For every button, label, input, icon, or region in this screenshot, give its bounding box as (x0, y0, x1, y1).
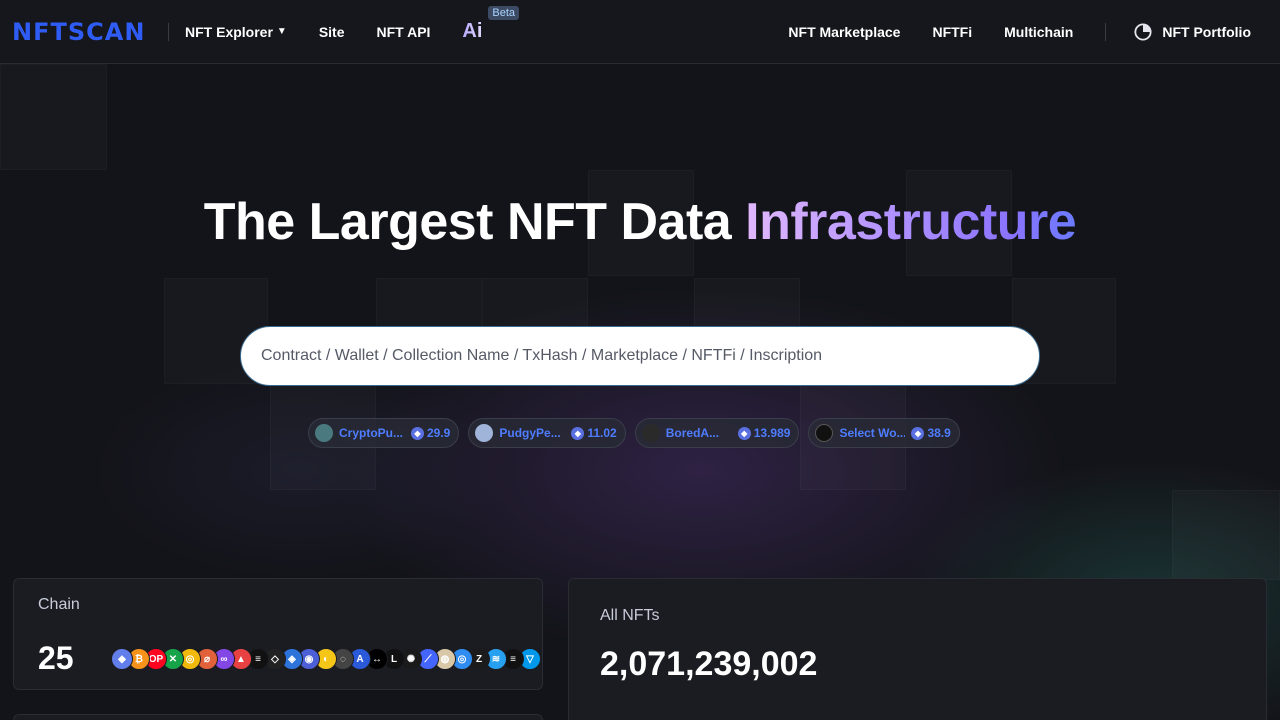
nav-nft-marketplace-label: NFT Marketplace (788, 23, 901, 40)
floor-price: 13.989 (753, 426, 791, 440)
nav-site-label: Site (318, 23, 345, 40)
nav-nftfi[interactable]: NFTFi (932, 24, 972, 40)
collection-name: PudgyPe... (499, 426, 561, 440)
stat-card-partial (13, 714, 543, 720)
eth-icon: ◆ (911, 426, 925, 440)
nft-portfolio-button[interactable]: NFT Portfolio (1134, 22, 1251, 41)
chain-icon: ◆ (111, 648, 133, 670)
all-nfts-label: All NFTs (600, 607, 660, 624)
nav-multichain-label: Multichain (1004, 23, 1074, 40)
nav-divider (168, 22, 169, 41)
floor-price: 38.9 (927, 426, 951, 440)
trending-collections: CryptoPu... ◆ 29.9 PudgyPe... ◆ 11.02 Bore… (308, 418, 960, 448)
chevron-down-icon: ▼ (276, 26, 287, 37)
chain-icons-row: ◆ ₿ OP ✕ ◎ ⌀ ∞ ▲ ≡ ◇ ◈ ◉ ◐ ◌ A ↔ L ✺ ⟋ ◍ ◎ Z ≋ ≡ ▽ (111, 648, 541, 670)
trending-chip[interactable]: BoredA... ◆ 13.989 (634, 418, 800, 448)
chain-stat-label: Chain (38, 596, 80, 613)
trending-chip[interactable]: CryptoPu... ◆ 29.9 (308, 418, 460, 448)
collection-name: Select Wo... (839, 426, 906, 440)
eth-icon: ◆ (411, 426, 424, 440)
nav-multichain[interactable]: Multichain (1004, 24, 1073, 40)
nav-nftfi-label: NFTFi (932, 23, 973, 40)
nav-right-group: NFT Marketplace NFTFi Multichain NFT Por… (756, 22, 1268, 41)
search-input[interactable] (261, 347, 1019, 365)
collection-avatar-icon (475, 424, 494, 442)
collection-avatar-icon (815, 424, 834, 442)
nav-nft-api-label: NFT API (376, 23, 431, 40)
chain-stat-value: 25 (38, 640, 74, 676)
nav-nft-explorer-label: NFT Explorer (185, 23, 273, 40)
collection-avatar-icon (641, 424, 660, 442)
beta-badge: Beta (488, 6, 520, 20)
collection-name: CryptoPu... (339, 426, 404, 440)
nav-site[interactable]: Site (319, 24, 345, 40)
hero-title-main: The Largest NFT Data (203, 193, 746, 251)
hero-title: The Largest NFT Data Infrastructure (0, 192, 1280, 252)
search-bar[interactable] (240, 326, 1040, 386)
nav-divider-right (1105, 22, 1107, 41)
nft-portfolio-label: NFT Portfolio (1162, 23, 1251, 40)
floor-price: 29.9 (427, 426, 451, 440)
floor-price: 11.02 (587, 426, 617, 440)
pie-chart-icon (1134, 22, 1152, 41)
trending-chip[interactable]: PudgyPe... ◆ 11.02 (468, 418, 626, 448)
nav-nft-api[interactable]: NFT API (377, 24, 431, 40)
nftscan-logo[interactable]: NFTSCAN (12, 18, 152, 46)
nav-nft-explorer[interactable]: NFT Explorer ▼ (185, 24, 287, 40)
nav-ai[interactable]: Ai Beta (462, 6, 520, 43)
eth-icon: ◆ (737, 426, 751, 440)
all-nfts-value: 2,071,239,002 (600, 645, 818, 683)
trending-chip[interactable]: Select Wo... ◆ 38.9 (808, 418, 960, 448)
nav-nft-marketplace[interactable]: NFT Marketplace (788, 24, 900, 40)
all-nfts-stat-card[interactable]: All NFTs 2,071,239,002 (568, 578, 1267, 720)
hero-title-accent: Infrastructure (745, 193, 1077, 251)
chain-stat-card[interactable]: Chain 25 ◆ ₿ OP ✕ ◎ ⌀ ∞ ▲ ≡ ◇ ◈ ◉ ◐ ◌ A ↔ L ✺ ⟋ ◍ ◎ Z ≋ ≡ ▽ (13, 578, 543, 690)
ai-icon: Ai (462, 20, 483, 42)
collection-name: BoredA... (665, 426, 720, 440)
top-navbar: NFTSCAN NFT Explorer ▼ Site NFT API Ai B… (0, 0, 1280, 64)
collection-avatar-icon (315, 424, 333, 442)
eth-icon: ◆ (571, 426, 585, 440)
